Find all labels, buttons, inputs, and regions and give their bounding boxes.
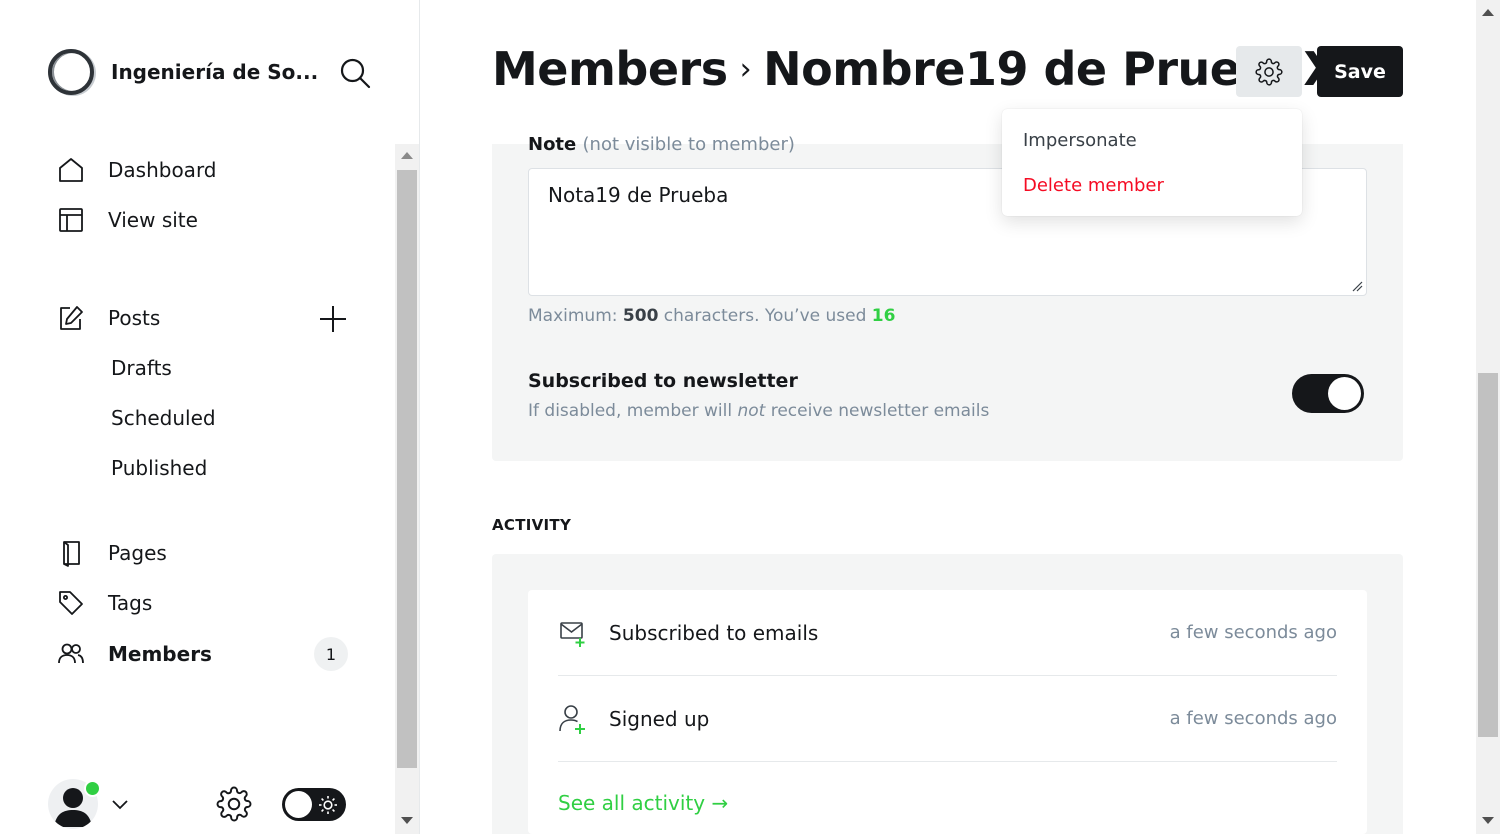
main-scrollbar-thumb[interactable]	[1478, 373, 1498, 737]
nav-view-site[interactable]: View site	[56, 200, 198, 240]
members-count-badge: 1	[314, 637, 348, 671]
nav-posts[interactable]: Posts	[56, 298, 160, 338]
nav-view-site-label: View site	[108, 208, 198, 232]
theme-toggle-knob	[285, 791, 312, 818]
nav-dashboard[interactable]: Dashboard	[56, 150, 217, 190]
theme-toggle[interactable]	[282, 788, 346, 821]
newsletter-desc-part1: If disabled, member will	[528, 401, 738, 421]
nav-tags[interactable]: Tags	[56, 583, 152, 623]
breadcrumb-members-link[interactable]: Members	[492, 42, 728, 96]
member-actions-button[interactable]	[1236, 46, 1302, 97]
impersonate-menu-item[interactable]: Impersonate	[1023, 130, 1137, 151]
save-button[interactable]: Save	[1317, 46, 1403, 97]
newsletter-toggle-knob	[1328, 377, 1361, 410]
nav-members-label: Members	[108, 642, 212, 666]
nav-published[interactable]: Published	[111, 456, 207, 480]
nav-posts-label: Posts	[108, 306, 161, 330]
sidebar: Ingeniería de So... Dashboard View site …	[0, 0, 420, 834]
search-icon[interactable]	[338, 56, 372, 90]
add-post-button[interactable]	[318, 304, 348, 334]
newsletter-description: If disabled, member will not receive new…	[528, 401, 989, 421]
page-icon	[56, 538, 86, 568]
main-scroll-up-arrow-icon[interactable]	[1482, 9, 1494, 16]
online-status-dot	[84, 780, 101, 797]
scroll-down-arrow-icon[interactable]	[401, 817, 413, 824]
char-count-used: 16	[871, 306, 896, 326]
gear-icon	[1255, 57, 1283, 86]
page-title: Members › Nombre19 de PruebaX	[492, 42, 1339, 96]
activity-row: Signed up a few seconds ago	[558, 676, 1337, 762]
sidebar-scrollbar-thumb[interactable]	[397, 170, 417, 768]
activity-time: a few seconds ago	[1169, 622, 1337, 643]
brand[interactable]: Ingeniería de So...	[48, 49, 318, 95]
brand-logo	[48, 49, 94, 95]
nav-pages[interactable]: Pages	[56, 533, 167, 573]
brand-name: Ingeniería de So...	[111, 60, 319, 84]
email-add-icon	[558, 618, 594, 648]
delete-member-menu-item[interactable]: Delete member	[1023, 175, 1164, 196]
activity-text: Subscribed to emails	[609, 620, 819, 645]
nav-members[interactable]: Members	[56, 634, 212, 674]
note-label: Note (not visible to member)	[528, 134, 795, 156]
see-all-activity-link[interactable]: See all activity →	[558, 791, 728, 815]
nav-dashboard-label: Dashboard	[108, 158, 217, 182]
tag-icon	[56, 588, 86, 618]
activity-time: a few seconds ago	[1169, 708, 1337, 729]
main-scroll-down-arrow-icon[interactable]	[1482, 817, 1494, 824]
resize-handle-icon[interactable]	[1351, 280, 1363, 292]
edit-icon	[56, 303, 86, 333]
nav-scheduled[interactable]: Scheduled	[111, 406, 216, 430]
nav-tags-label: Tags	[108, 591, 153, 615]
members-icon	[56, 639, 86, 669]
char-count-max: 500	[622, 306, 659, 326]
char-count-mid: characters. You’ve used	[658, 306, 872, 326]
member-actions-dropdown: Impersonate Delete member	[1002, 109, 1302, 216]
settings-gear-icon[interactable]	[216, 786, 252, 822]
home-icon	[56, 155, 86, 185]
char-count-prefix: Maximum:	[528, 306, 623, 326]
layout-icon	[56, 205, 86, 235]
user-add-icon	[558, 703, 594, 735]
sun-icon	[319, 796, 337, 814]
chevron-down-icon[interactable]	[110, 794, 130, 814]
note-label-text: Note	[528, 134, 577, 155]
breadcrumb-separator: ›	[739, 51, 752, 87]
nav-pages-label: Pages	[108, 541, 167, 565]
newsletter-toggle[interactable]	[1292, 374, 1364, 413]
activity-row: Subscribed to emails a few seconds ago	[558, 590, 1337, 676]
nav-drafts[interactable]: Drafts	[111, 356, 172, 380]
note-label-hint: (not visible to member)	[582, 134, 795, 155]
newsletter-desc-part2: receive newsletter emails	[765, 401, 990, 421]
char-count: Maximum: 500 characters. You’ve used 16	[528, 306, 895, 326]
newsletter-desc-emphasis: not	[737, 401, 766, 421]
activity-heading: ACTIVITY	[492, 516, 572, 534]
scroll-up-arrow-icon[interactable]	[401, 152, 413, 159]
newsletter-title: Subscribed to newsletter	[528, 370, 798, 392]
activity-text: Signed up	[609, 706, 710, 731]
